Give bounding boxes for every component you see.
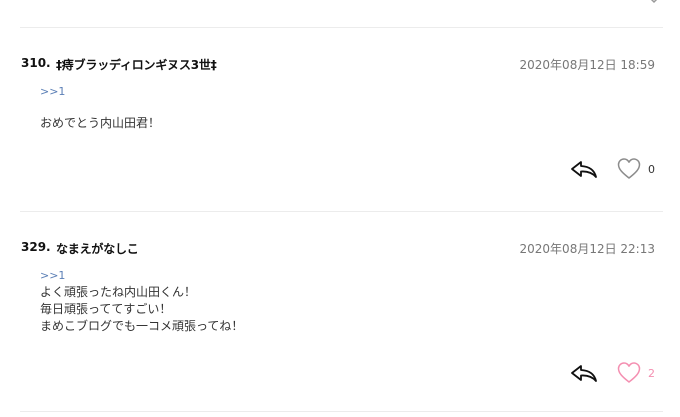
comment-header: 310. ‡痔ブラッディロンギヌス3世‡ 2020年08月12日 18:59 xyxy=(21,56,655,74)
comment-author: なまえがなしこ xyxy=(56,242,139,256)
comment-date: 2020年08月12日 22:13 xyxy=(519,242,655,256)
comment-actions: 0 xyxy=(570,158,662,184)
comment-actions: 2 xyxy=(570,362,662,388)
like-count: 0 xyxy=(648,163,655,176)
reply-arrow-icon[interactable] xyxy=(570,362,598,384)
comment-item: 310. ‡痔ブラッディロンギヌス3世‡ 2020年08月12日 18:59 >… xyxy=(0,27,680,211)
comment-text-line: 毎日頑張っててすごい！ xyxy=(40,302,172,316)
chevron-down-icon[interactable] xyxy=(648,0,660,4)
comment-header: 329. なまえがなしこ 2020年08月12日 22:13 xyxy=(21,240,655,258)
like-count: 2 xyxy=(648,367,655,380)
heart-outline-icon[interactable] xyxy=(617,361,641,385)
heart-outline-icon[interactable] xyxy=(617,157,641,181)
reply-anchor-link[interactable]: >>1 xyxy=(40,267,243,284)
comment-date: 2020年08月12日 18:59 xyxy=(519,58,655,72)
comment-body: >>1 よく頑張ったね内山田くん！ 毎日頑張っててすごい！ まめこブログでも一コ… xyxy=(40,267,243,335)
comment-body: >>1 おめでとう内山田君！ xyxy=(40,83,160,132)
comment-text-line: まめこブログでも一コメ頑張ってね！ xyxy=(40,319,244,333)
reply-anchor-link[interactable]: >>1 xyxy=(40,83,160,100)
comment-list: 310. ‡痔ブラッディロンギヌス3世‡ 2020年08月12日 18:59 >… xyxy=(0,0,680,417)
comment-author: ‡痔ブラッディロンギヌス3世‡ xyxy=(56,58,217,72)
comment-number: 329. xyxy=(21,240,51,254)
comment-number: 310. xyxy=(21,56,51,70)
comment-item: 329. なまえがなしこ 2020年08月12日 22:13 >>1 よく頑張っ… xyxy=(0,211,680,411)
comment-text-line: よく頑張ったね内山田くん！ xyxy=(40,285,197,299)
reply-arrow-icon[interactable] xyxy=(570,158,598,180)
comment-text-line: おめでとう内山田君！ xyxy=(40,116,161,130)
divider xyxy=(20,411,663,412)
